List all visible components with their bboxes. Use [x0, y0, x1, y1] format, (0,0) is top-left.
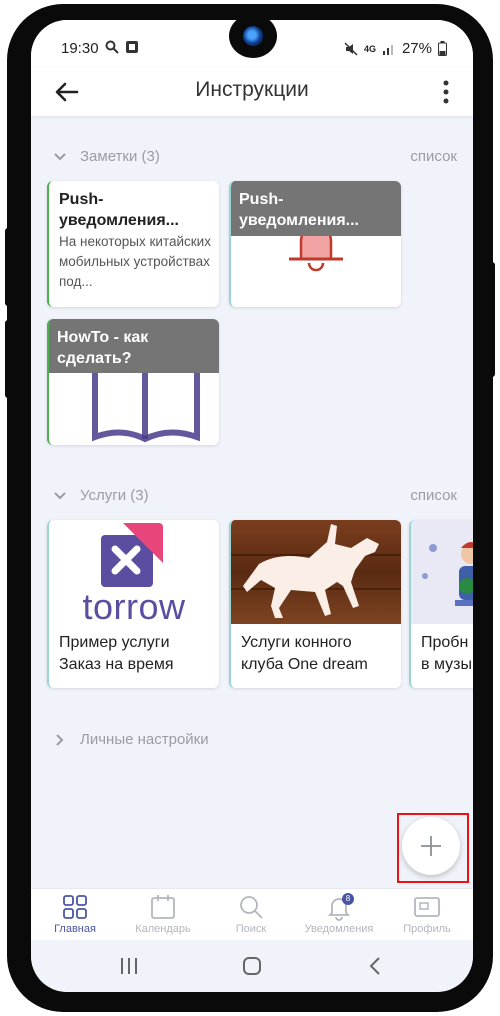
bottom-nav: Главная Календарь Поиск 8 Уведомления Пр… [31, 888, 473, 940]
profile-card-icon [414, 897, 440, 917]
nav-search[interactable]: Поиск [209, 893, 293, 935]
horse-image [231, 520, 401, 624]
service-card[interactable]: torrow Пример услуги Заказ на время [47, 520, 219, 688]
notes-section-header[interactable]: Заметки (3) список [31, 146, 473, 170]
torrow-logo-text: torrow [82, 586, 186, 627]
nav-label: Поиск [235, 923, 267, 935]
chevron-down-icon [54, 492, 66, 500]
volume-button [5, 228, 11, 306]
service-title-line1: Пример услуги [59, 634, 170, 651]
signal-icon [382, 44, 393, 55]
notes-list-link[interactable]: список [410, 148, 457, 165]
notes-section-title: Заметки (3) [80, 148, 160, 165]
volume-button [5, 320, 11, 398]
note-title: HowTo - как сделать? [49, 319, 219, 373]
service-title-line2: Заказ на время [59, 656, 174, 673]
search-status-icon [105, 40, 119, 54]
nav-label: Календарь [135, 923, 191, 935]
note-card[interactable]: Push-уведомления... На некоторых китайск… [47, 181, 219, 307]
power-button [489, 262, 495, 377]
service-title-line1: Пробн [421, 634, 469, 651]
personal-settings-title: Личные настройки [80, 731, 209, 748]
personal-settings-header[interactable]: Личные настройки [31, 729, 473, 753]
horse-silhouette-icon [243, 524, 379, 618]
system-nav-bar [31, 940, 473, 992]
note-title: Push-уведомления... [59, 191, 179, 229]
chevron-down-icon [54, 153, 66, 161]
torrow-logo-icon [101, 523, 163, 587]
nav-label: Главная [54, 923, 96, 935]
note-title: Push-уведомления... [231, 181, 401, 236]
nav-label: Уведомления [304, 923, 374, 935]
chevron-right-icon [56, 734, 64, 746]
nav-label: Профиль [403, 923, 451, 935]
note-card[interactable]: Push-уведомления... [229, 181, 401, 307]
service-title-line1: Услуги конного [241, 634, 352, 651]
more-vert-icon[interactable] [441, 78, 451, 106]
service-card[interactable]: Пробн в музы [409, 520, 473, 688]
service-card[interactable]: Услуги конного клуба One dream [229, 520, 401, 688]
notification-badge: 8 [342, 893, 354, 905]
page-title: Инструкции [195, 78, 309, 101]
battery-percent: 27% [401, 40, 432, 57]
recent-apps-icon[interactable] [116, 953, 142, 979]
app-bar: Инструкции [31, 68, 473, 116]
services-section-header[interactable]: Услуги (3) список [31, 485, 473, 509]
service-title-line2: клуба One dream [241, 656, 368, 673]
services-list-link[interactable]: список [410, 487, 457, 504]
services-section-title: Услуги (3) [80, 487, 149, 504]
person-illustration-icon [422, 542, 473, 606]
home-grid-icon [63, 895, 87, 919]
mute-icon [344, 41, 358, 56]
gallery-status-icon [126, 41, 138, 53]
calendar-icon [151, 895, 175, 919]
screen: 19:30 4G 27% Инструкции Заметки (3) спис… [31, 20, 473, 992]
nav-home[interactable]: Главная [33, 893, 117, 935]
network-type: 4G [363, 43, 376, 54]
search-icon [240, 896, 263, 919]
home-button-icon[interactable] [239, 953, 265, 979]
service-title-line2: в музы [421, 656, 472, 673]
battery-icon [438, 41, 447, 56]
nav-notifications[interactable]: 8 Уведомления [297, 893, 381, 935]
music-image [411, 520, 473, 624]
note-preview: На некоторых китайских мобильных устройс… [59, 234, 211, 289]
back-nav-icon[interactable] [363, 953, 389, 979]
front-camera [229, 14, 277, 58]
highlight-box [397, 813, 469, 883]
note-card[interactable]: HowTo - как сделать? [47, 319, 219, 445]
nav-profile[interactable]: Профиль [385, 893, 469, 935]
nav-calendar[interactable]: Календарь [121, 893, 205, 935]
status-time: 19:30 [61, 40, 99, 57]
torrow-logo: torrow [49, 520, 219, 627]
